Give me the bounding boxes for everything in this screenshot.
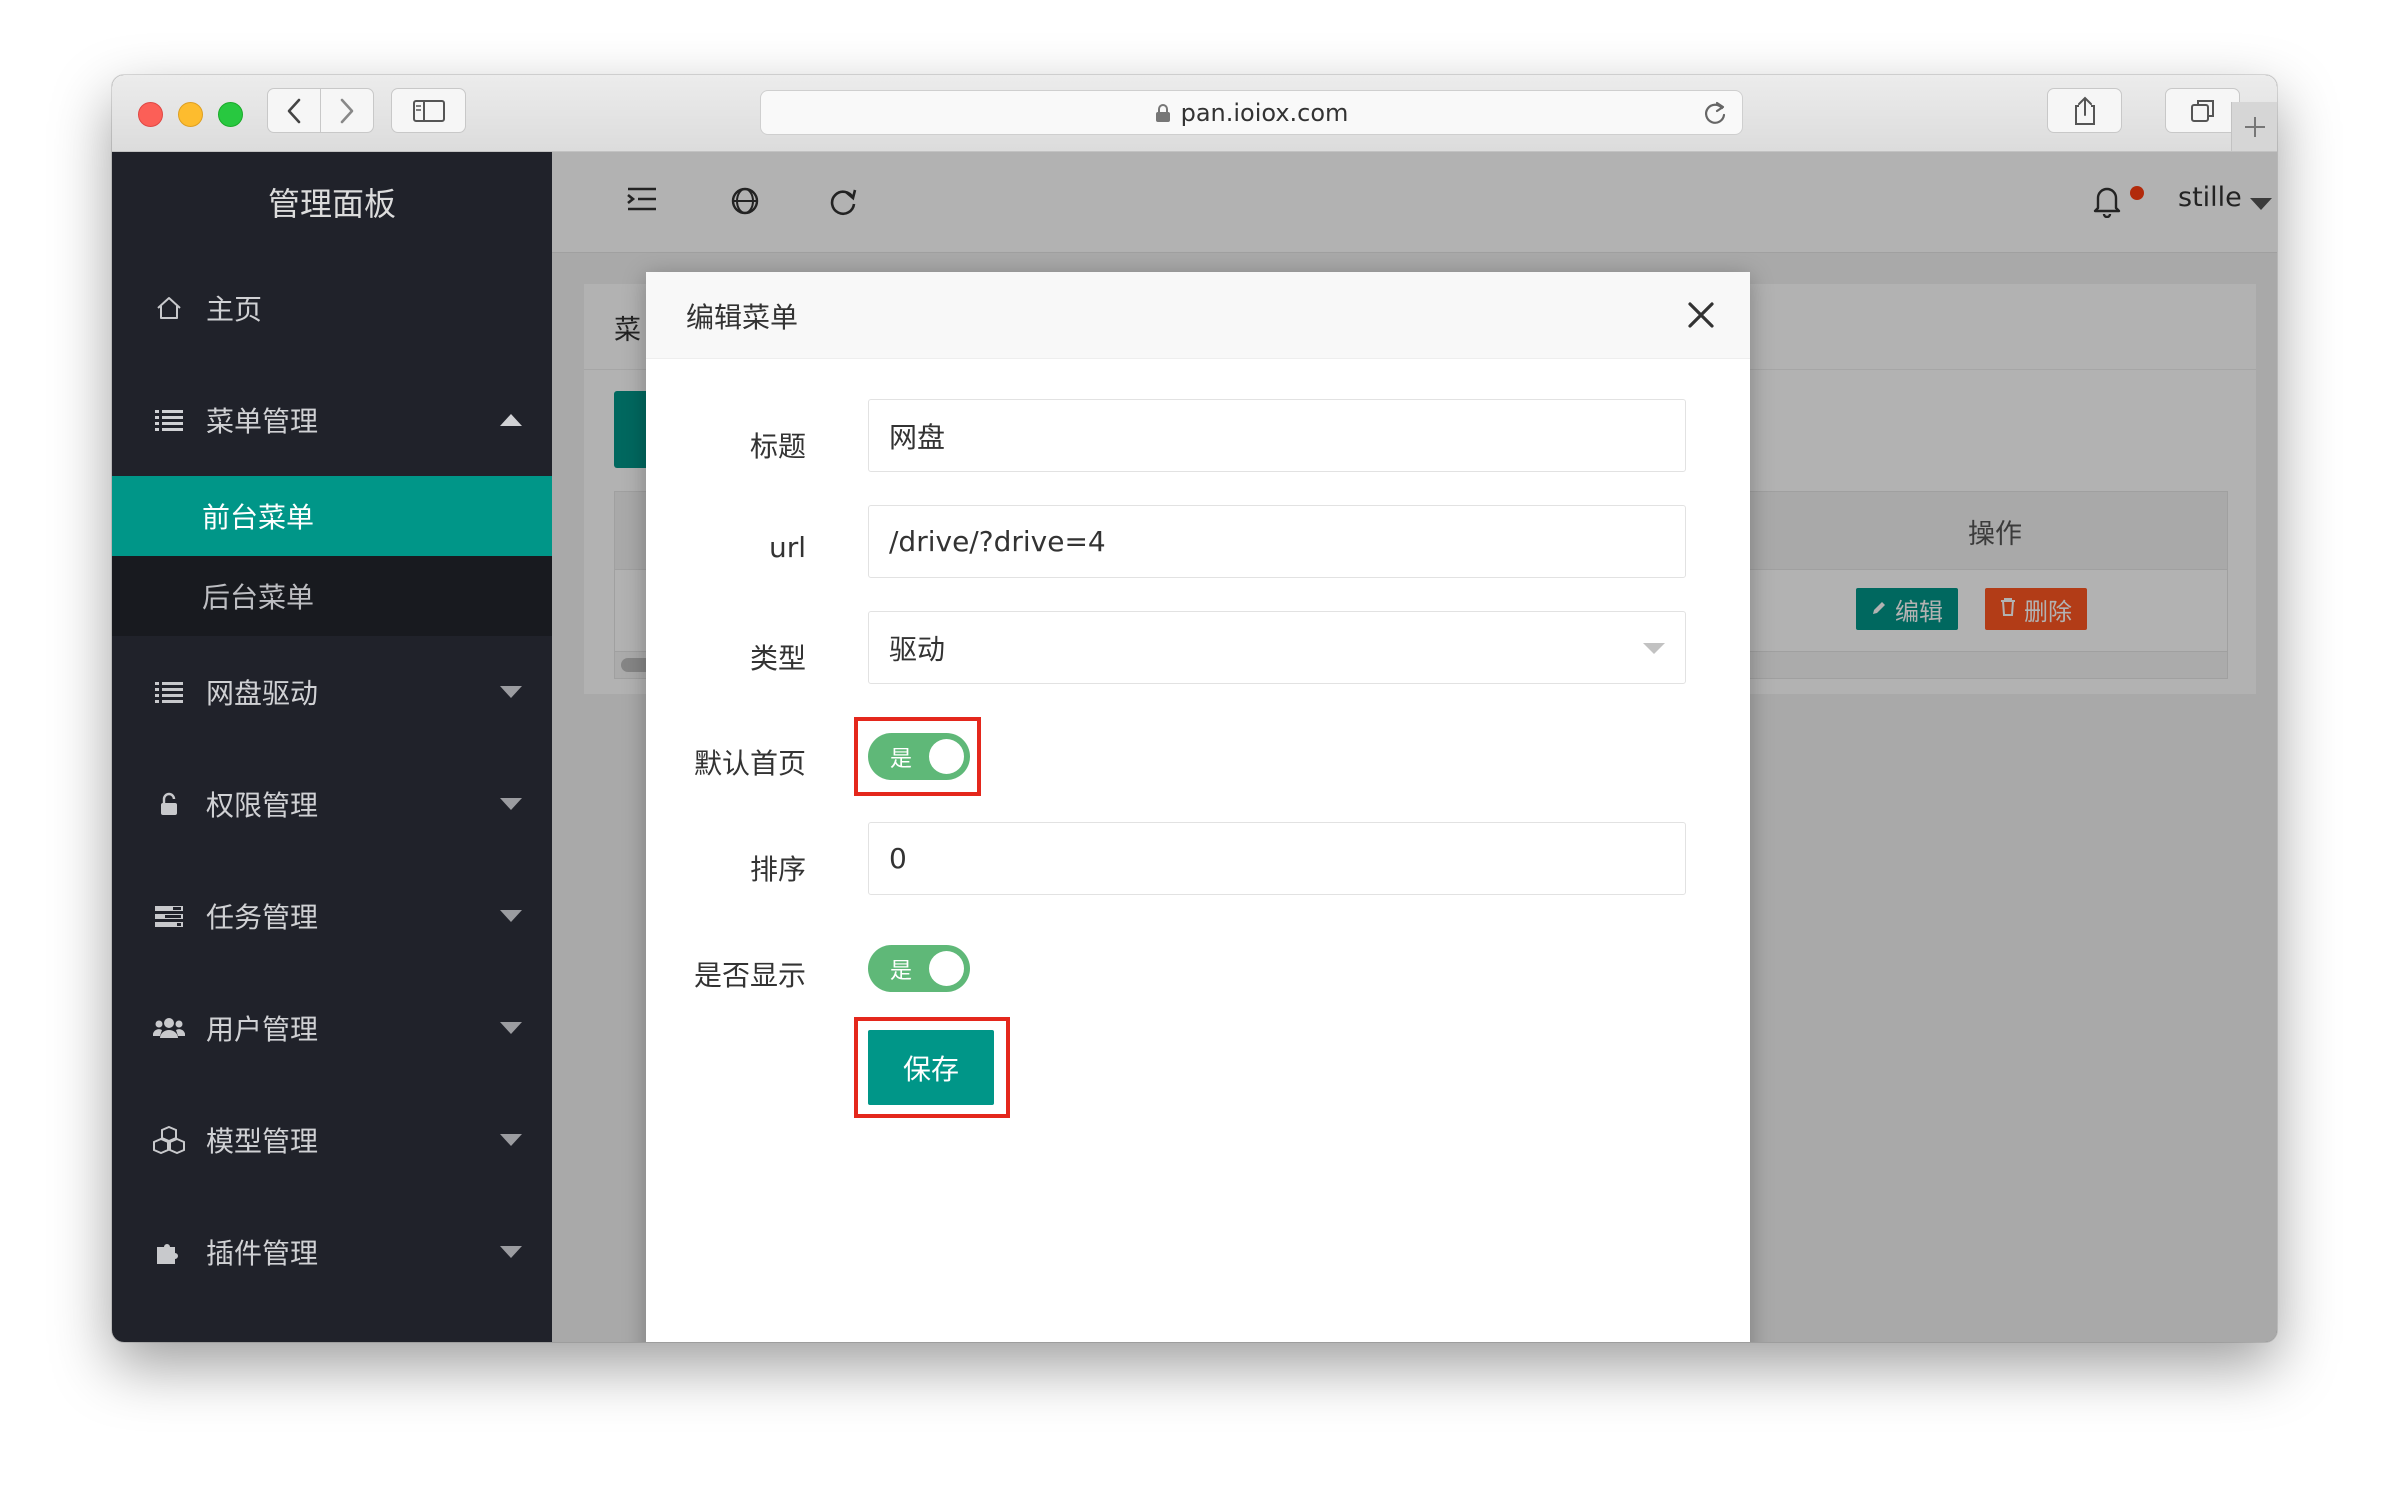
nav-buttons [267, 88, 374, 133]
minimize-window-button[interactable] [178, 102, 203, 127]
sidebar-item-label: 主页 [206, 293, 263, 326]
type-label: 类型 [749, 642, 806, 675]
sidebar-item-label: 插件管理 [206, 1237, 319, 1270]
chevron-down-icon [1643, 643, 1665, 654]
new-tab-button[interactable] [2231, 102, 2277, 151]
sort-input[interactable] [868, 822, 1686, 895]
visible-label: 是否显示 [693, 959, 806, 992]
modal-header: 编辑菜单 [646, 272, 1750, 359]
sidebar-item-label: 菜单管理 [206, 405, 319, 438]
show-tabs-button[interactable] [2165, 88, 2240, 133]
plus-icon [2245, 116, 2265, 137]
sidebar-item-label: 网盘驱动 [206, 677, 319, 710]
chevron-left-icon [287, 98, 301, 123]
caret-down-icon [500, 910, 522, 922]
caret-down-icon [500, 1134, 522, 1146]
share-button[interactable] [2047, 88, 2122, 133]
chevron-right-icon [340, 98, 354, 123]
switch-knob [929, 951, 964, 986]
sidebar-toggle-button[interactable] [391, 88, 466, 133]
sidebar-item-tasks[interactable]: 任务管理 [112, 860, 552, 972]
list-icon [152, 409, 186, 431]
tasks-icon [152, 905, 186, 927]
back-button[interactable] [268, 89, 321, 132]
caret-down-icon [500, 686, 522, 698]
tabs-icon [2190, 99, 2214, 122]
sidebar-item-models[interactable]: 模型管理 [112, 1084, 552, 1196]
sidebar-item-label: 用户管理 [206, 1013, 319, 1046]
sidebar-item-plugins[interactable]: 插件管理 [112, 1196, 552, 1308]
address-bar[interactable]: pan.ioiox.com [760, 90, 1743, 135]
caret-down-icon [500, 1022, 522, 1034]
share-icon [2074, 96, 2095, 125]
modal-title: 编辑菜单 [686, 301, 799, 334]
type-selected-value: 驱动 [889, 632, 946, 666]
sort-label: 排序 [749, 853, 806, 886]
sidebar-item-label: 模型管理 [206, 1125, 319, 1158]
sidebar-item-users[interactable]: 用户管理 [112, 972, 552, 1084]
forward-button[interactable] [321, 89, 373, 132]
sidebar-subitem-backend-menu[interactable]: 后台菜单 [112, 556, 552, 636]
lock-icon [152, 792, 186, 816]
title-label: 标题 [749, 430, 806, 463]
close-icon[interactable] [1682, 296, 1720, 334]
puzzle-icon [152, 1239, 186, 1265]
highlight-box [854, 1017, 1010, 1118]
switch-text: 是 [890, 959, 913, 984]
sidebar-subitem-frontend-menu[interactable]: 前台菜单 [112, 476, 552, 556]
sidebar-item-menu-management[interactable]: 菜单管理 [112, 364, 552, 476]
caret-down-icon [500, 798, 522, 810]
admin-app: 管理面板 主页 菜单管理 前台菜单 后台菜单 网盘驱动 权限管理 任务管理 用户… [112, 152, 2277, 1342]
sidebar: 管理面板 主页 菜单管理 前台菜单 后台菜单 网盘驱动 权限管理 任务管理 用户… [112, 152, 552, 1342]
caret-down-icon [500, 1246, 522, 1258]
url-text: pan.ioiox.com [1180, 98, 1349, 127]
close-window-button[interactable] [138, 102, 163, 127]
sidebar-item-label: 任务管理 [206, 901, 319, 934]
sidebar-item-permissions[interactable]: 权限管理 [112, 748, 552, 860]
browser-window: pan.ioiox.com 管理面板 主页 菜单管理 前台菜单 后台菜单 网盘驱… [112, 75, 2277, 1342]
zoom-window-button[interactable] [218, 102, 243, 127]
sidebar-item-drive[interactable]: 网盘驱动 [112, 636, 552, 748]
url-input[interactable] [868, 505, 1686, 578]
url-label: url [768, 531, 806, 564]
sidebar-icon [412, 99, 445, 122]
sidebar-item-home[interactable]: 主页 [112, 252, 552, 364]
type-select[interactable]: 驱动 [868, 611, 1686, 684]
visible-switch[interactable]: 是 [868, 945, 970, 992]
cubes-icon [152, 1126, 186, 1154]
default-home-label: 默认首页 [693, 747, 806, 780]
users-icon [152, 1016, 186, 1040]
browser-toolbar: pan.ioiox.com [112, 75, 2277, 152]
sidebar-item-label: 权限管理 [206, 789, 319, 822]
home-icon [152, 295, 186, 321]
list-icon [152, 681, 186, 703]
highlight-box [854, 717, 981, 796]
sidebar-submenu: 前台菜单 后台菜单 [112, 476, 552, 636]
title-input[interactable] [868, 399, 1686, 472]
edit-menu-modal: 编辑菜单 标题 url 类型 驱动 默认首页 是 排序 是否显示 是 [646, 272, 1750, 1342]
sidebar-title: 管理面板 [267, 185, 396, 223]
caret-up-icon [500, 414, 522, 426]
lock-icon [1155, 103, 1170, 122]
reload-icon[interactable] [1702, 100, 1728, 126]
